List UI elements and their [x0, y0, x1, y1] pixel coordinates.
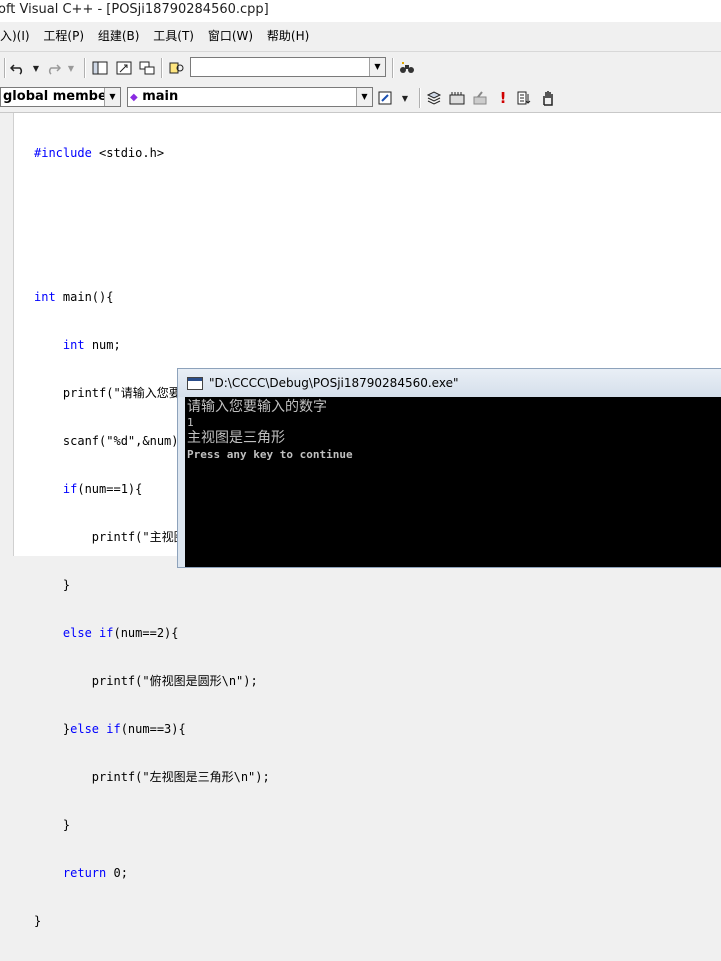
undo-icon[interactable] [9, 59, 27, 77]
code-line: return 0; [62, 866, 128, 880]
code-line: } [34, 818, 71, 832]
code-line: } [34, 578, 71, 592]
menu-help[interactable]: 帮助(H) [262, 23, 314, 49]
console-window[interactable]: "D:\CCCC\Debug\POSji18790284560.exe" 请输入… [177, 368, 721, 568]
redo-icon[interactable] [44, 59, 62, 77]
menu-project[interactable]: 工程(P) [38, 23, 89, 49]
code-line: int main(){ [34, 290, 114, 304]
console-title-bar[interactable]: "D:\CCCC\Debug\POSji18790284560.exe" [178, 369, 721, 397]
console-app-icon [187, 377, 203, 390]
execute-icon[interactable]: ! [494, 89, 512, 107]
output-icon[interactable] [115, 59, 133, 77]
undo-dropdown-icon[interactable]: ▼ [27, 59, 45, 77]
console-line: 请输入您要输入的数字 [187, 399, 327, 415]
member-combo[interactable]: ◆ main ▼ [127, 87, 373, 107]
go-icon[interactable] [516, 89, 534, 107]
build-icon[interactable] [448, 89, 466, 107]
wizard-bar: global members ▼ ◆ main ▼ ▼ ! [0, 84, 721, 113]
menu-insert[interactable]: 入)(I) [0, 23, 35, 49]
console-line: Press any key to continue [187, 448, 353, 461]
console-output[interactable]: 请输入您要输入的数字 1 主视图是三角形 Press any key to co… [185, 397, 721, 567]
toolbar-separator [84, 58, 86, 78]
standard-toolbar: ▼ ▼ ▼ [0, 51, 721, 85]
code-line: printf("左视图是三角形\n"); [34, 770, 270, 784]
class-combo[interactable]: global members ▼ [0, 87, 121, 107]
menu-tools[interactable]: 工具(T) [148, 23, 199, 49]
code-line: } [34, 914, 42, 928]
console-title: "D:\CCCC\Debug\POSji18790284560.exe" [209, 376, 459, 390]
stop-build-icon[interactable] [471, 89, 489, 107]
console-line: 1 [187, 416, 194, 429]
menu-build[interactable]: 组建(B) [93, 23, 145, 49]
window-title-bar: oft Visual C++ - [POSji18790284560.cpp] [0, 0, 721, 22]
toolbar-separator [419, 88, 421, 108]
code-line: }else if(num==3){ [34, 722, 186, 736]
chevron-down-icon[interactable]: ▼ [356, 88, 372, 106]
workspace-icon[interactable] [91, 59, 109, 77]
breakpoint-hand-icon[interactable] [539, 89, 557, 107]
code-line: #include <stdio.h> [34, 146, 165, 160]
redo-dropdown-icon[interactable]: ▼ [62, 59, 80, 77]
toolbar-separator [392, 58, 394, 78]
code-line: else if(num==2){ [62, 626, 179, 640]
window-list-icon[interactable] [138, 59, 156, 77]
method-icon: ◆ [130, 92, 138, 103]
code-line: printf("俯视图是圆形\n"); [34, 674, 258, 688]
chevron-down-icon[interactable]: ▼ [104, 88, 120, 106]
menu-window[interactable]: 窗口(W) [203, 23, 258, 49]
binoculars-icon[interactable] [398, 59, 416, 77]
wizard-action-dropdown-icon[interactable]: ▼ [396, 89, 414, 107]
member-combo-value: main [142, 89, 179, 104]
code-line: int num; [62, 338, 121, 352]
compile-icon[interactable] [425, 89, 443, 107]
find-in-files-icon[interactable] [168, 59, 186, 77]
editor-gutter [0, 113, 14, 556]
wizard-action-icon[interactable] [377, 89, 395, 107]
menu-bar: 入)(I) 工程(P) 组建(B) 工具(T) 窗口(W) 帮助(H) [0, 23, 721, 49]
console-line: 主视图是三角形 [187, 430, 285, 446]
toolbar-separator [161, 58, 163, 78]
chevron-down-icon[interactable]: ▼ [369, 58, 385, 76]
window-title: oft Visual C++ - [POSji18790284560.cpp] [0, 2, 269, 17]
find-combo[interactable]: ▼ [190, 57, 386, 77]
toolbar-separator [4, 58, 6, 78]
